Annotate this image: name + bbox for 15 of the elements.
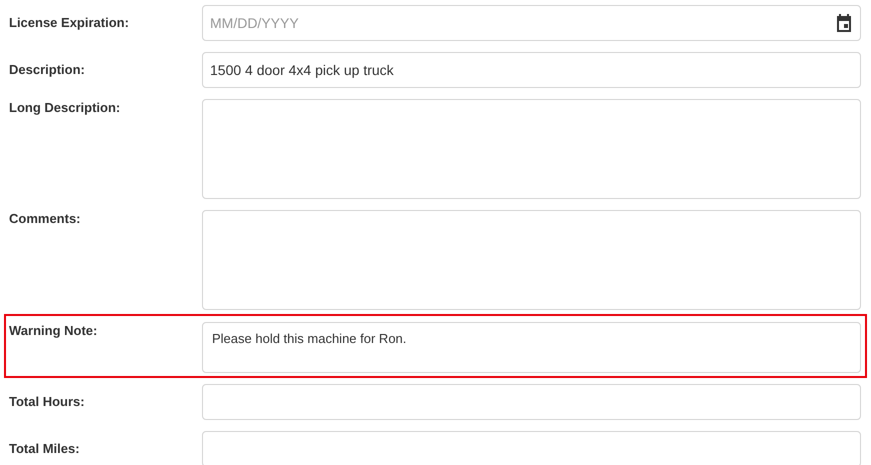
field-label: Warning Note:: [9, 322, 98, 340]
text-area[interactable]: [202, 210, 861, 310]
date-field[interactable]: MM/DD/YYYY: [202, 5, 861, 41]
field-label: Total Hours:: [9, 393, 86, 411]
text-field[interactable]: 1500 4 door 4x4 pick up truck: [202, 52, 861, 88]
field-label: Long Description:: [9, 99, 122, 117]
text-area[interactable]: [202, 99, 861, 199]
text-field[interactable]: [202, 384, 861, 420]
field-label: Description:: [9, 61, 86, 79]
calendar-icon[interactable]: [836, 14, 852, 32]
field-label: Comments:: [9, 210, 82, 228]
note-area[interactable]: Please hold this machine for Ron.: [202, 322, 861, 373]
field-label: License Expiration:: [9, 14, 130, 32]
text-field[interactable]: [202, 431, 861, 465]
field-label: Total Miles:: [9, 440, 81, 458]
